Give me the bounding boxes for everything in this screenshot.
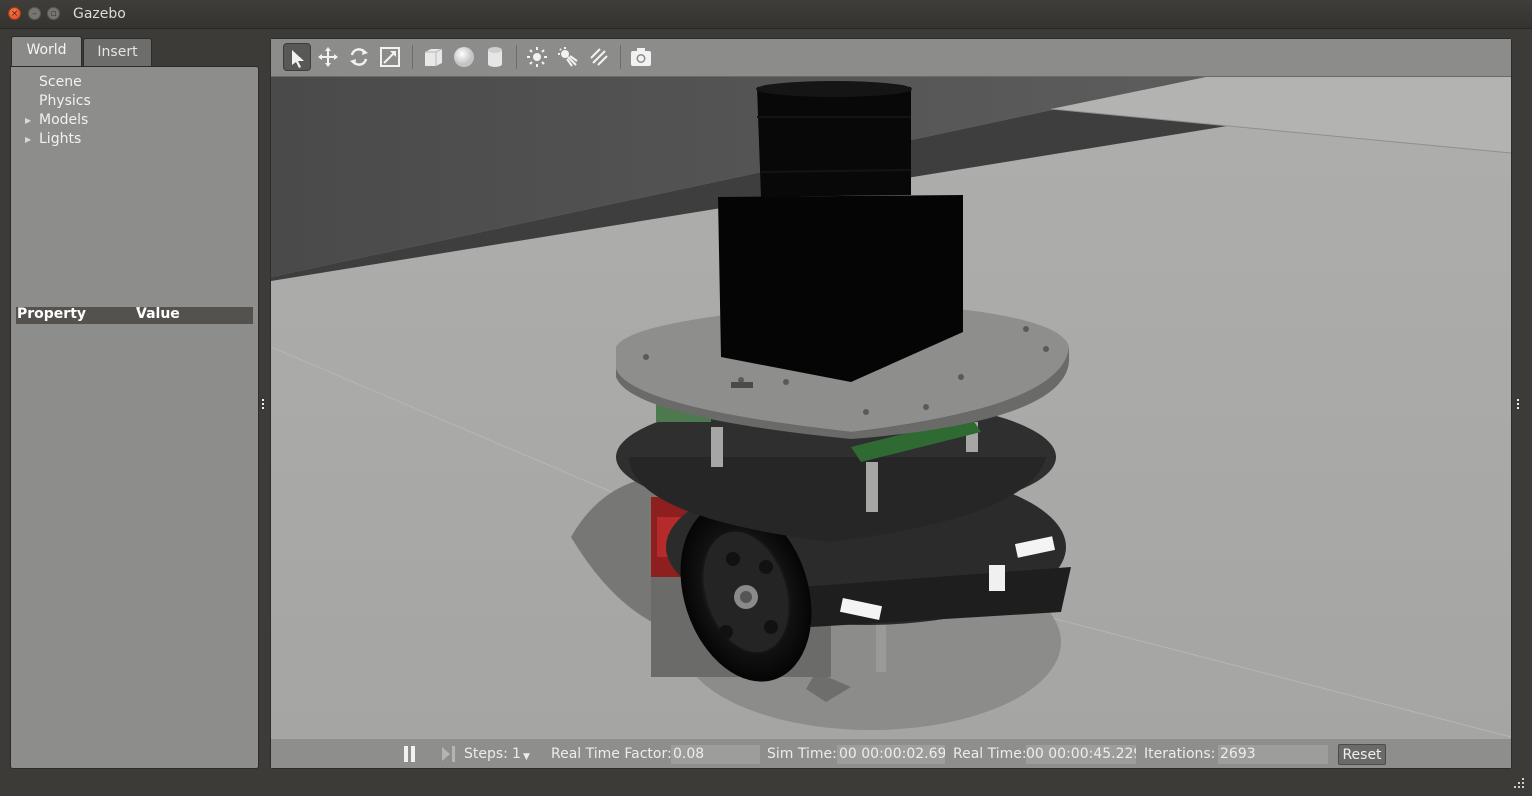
right-splitter-handle[interactable] xyxy=(1516,398,1520,410)
property-table-header: ''' Property Value xyxy=(16,306,253,324)
translate-icon[interactable] xyxy=(314,43,342,71)
toolbar xyxy=(271,39,1511,77)
real-time-label: Real Time: xyxy=(953,746,1027,762)
rotate-icon[interactable] xyxy=(345,43,373,71)
title-bar: × – ▫ Gazebo xyxy=(0,0,1532,29)
toolbar-separator xyxy=(516,45,517,69)
iterations-label: Iterations: xyxy=(1144,746,1216,762)
spot-light-icon[interactable] xyxy=(554,43,582,71)
expand-arrow-icon[interactable]: ▶ xyxy=(25,135,31,144)
point-light-icon[interactable] xyxy=(523,43,551,71)
toolbar-separator xyxy=(620,45,621,69)
tab-world[interactable]: World xyxy=(11,36,82,67)
toolbar-separator xyxy=(412,45,413,69)
pause-icon[interactable] xyxy=(403,746,417,766)
world-panel: Scene Physics ▶ Models ▶ Lights ''' Prop… xyxy=(10,66,259,769)
real-time-factor-label: Real Time Factor: xyxy=(551,746,672,762)
minimize-window-button[interactable]: – xyxy=(28,7,41,20)
simulation-control-bar: Steps: 1 ▼ Real Time Factor: 0.08 Sim Ti… xyxy=(271,740,1511,768)
sim-time-field: 00 00:00:02.693 xyxy=(837,745,945,764)
value-column-header[interactable]: Value xyxy=(136,306,180,322)
iterations-field: 2693 xyxy=(1218,745,1328,764)
directional-light-icon[interactable] xyxy=(585,43,613,71)
left-splitter-handle[interactable] xyxy=(261,398,265,410)
scale-icon[interactable] xyxy=(376,43,404,71)
tree-item-lights[interactable]: Lights xyxy=(39,131,81,147)
robot-scene-render xyxy=(271,77,1511,739)
window-title: Gazebo xyxy=(73,6,126,22)
expand-arrow-icon[interactable]: ▶ xyxy=(25,116,31,125)
close-window-button[interactable]: × xyxy=(8,7,21,20)
reset-button[interactable]: Reset xyxy=(1338,744,1386,765)
property-column-header[interactable]: Property xyxy=(17,306,86,322)
tree-item-physics[interactable]: Physics xyxy=(39,93,91,109)
tab-insert[interactable]: Insert xyxy=(83,38,152,66)
real-time-field: 00 00:00:45.229 xyxy=(1026,745,1136,764)
box-icon[interactable] xyxy=(419,43,447,71)
resize-grip-icon[interactable] xyxy=(1514,778,1524,788)
cylinder-icon[interactable] xyxy=(481,43,509,71)
tree-item-models[interactable]: Models xyxy=(39,112,88,128)
real-time-factor-field: 0.08 xyxy=(671,745,760,764)
steps-value[interactable]: 1 xyxy=(512,746,521,762)
steps-label: Steps: xyxy=(464,746,508,762)
sphere-icon[interactable] xyxy=(450,43,478,71)
tree-item-scene[interactable]: Scene xyxy=(39,74,82,90)
sim-time-label: Sim Time: xyxy=(767,746,837,762)
select-arrow-icon[interactable] xyxy=(283,43,311,71)
maximize-window-button[interactable]: ▫ xyxy=(47,7,60,20)
steps-dropdown-icon[interactable]: ▼ xyxy=(523,752,530,762)
step-icon[interactable] xyxy=(441,746,457,766)
screenshot-camera-icon[interactable] xyxy=(627,43,655,71)
3d-viewport[interactable] xyxy=(271,77,1511,739)
